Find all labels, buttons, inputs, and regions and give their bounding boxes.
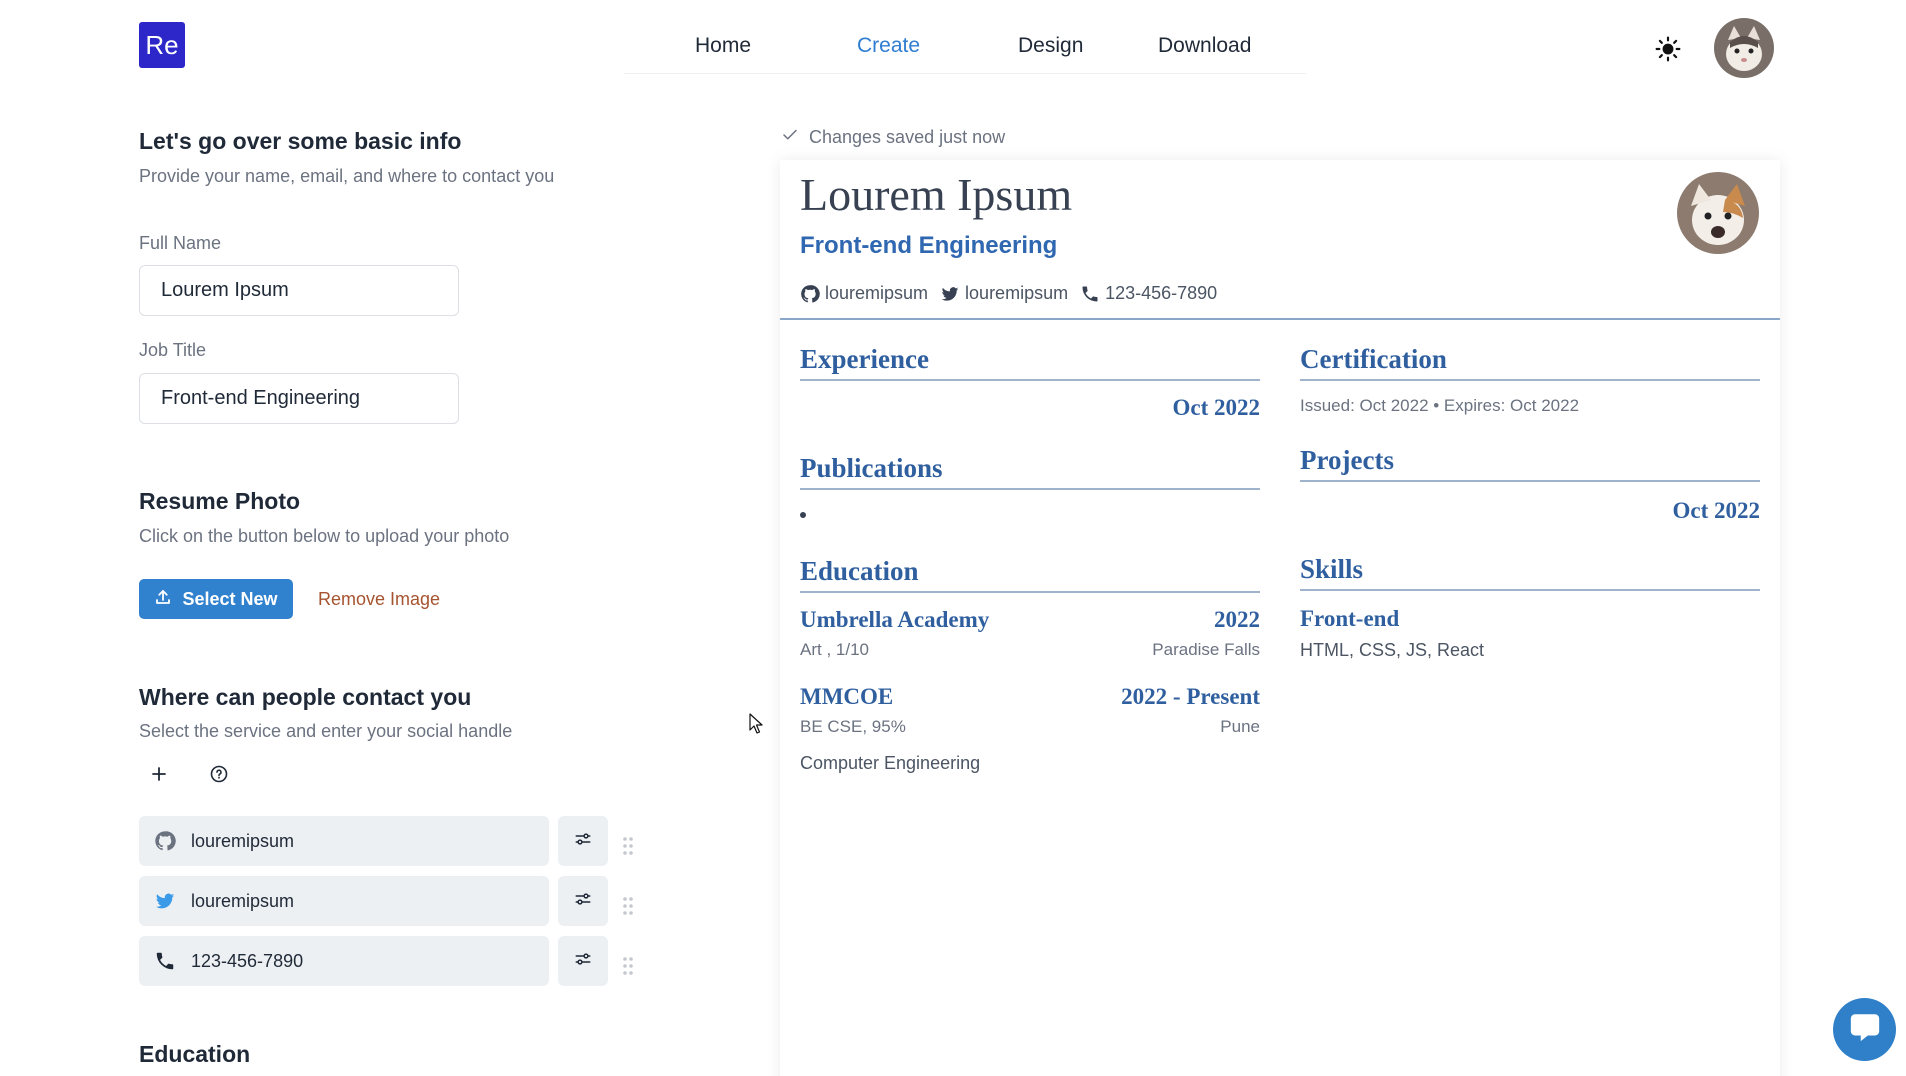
resume-education-location: Paradise Falls: [1152, 640, 1260, 659]
user-avatar[interactable]: [1714, 18, 1774, 78]
resume-education-detail: Art , 1/10: [800, 640, 869, 659]
contact-row-twitter[interactable]: louremipsum: [139, 876, 549, 926]
basic-info-subtitle: Provide your name, email, and where to c…: [139, 166, 555, 186]
contact-row-phone[interactable]: 123-456-7890: [139, 936, 549, 986]
chat-bubble-icon: [1848, 1010, 1882, 1049]
sliders-icon: [574, 890, 592, 913]
resume-publications-title: Publications: [800, 453, 1260, 490]
nav-download[interactable]: Download: [1158, 34, 1251, 58]
resume-education-date: 2022: [1214, 607, 1260, 632]
resume-photo: [1677, 172, 1759, 254]
mouse-cursor-icon: [749, 713, 763, 735]
contact-settings-button[interactable]: [558, 876, 608, 926]
phone-icon: [153, 949, 177, 973]
select-new-photo-button[interactable]: Select New: [139, 579, 293, 619]
sliders-icon: [574, 830, 592, 853]
resume-photo-subtitle: Click on the button below to upload your…: [139, 526, 510, 546]
resume-contact-twitter: louremipsum: [940, 283, 1068, 304]
app-logo[interactable]: Re: [139, 22, 185, 68]
resume-photo-title: Resume Photo: [139, 488, 301, 514]
full-name-label: Full Name: [139, 233, 222, 253]
upload-icon: [154, 588, 172, 611]
resume-header-divider: [780, 318, 1780, 320]
job-title-label: Job Title: [139, 340, 207, 360]
resume-skill-group: Front-end: [1300, 606, 1400, 631]
resume-education-org: MMCOE: [800, 684, 894, 709]
save-status-text: Changes saved just now: [809, 127, 1006, 147]
github-icon: [153, 829, 177, 853]
resume-projects-title: Projects: [1300, 445, 1760, 482]
nav-home[interactable]: Home: [695, 34, 751, 58]
contact-row-github[interactable]: louremipsum: [139, 816, 549, 866]
resume-skills-title: Skills: [1300, 554, 1760, 591]
check-icon: [781, 126, 799, 149]
contact-value: 123-456-7890: [191, 950, 304, 971]
drag-handle-icon[interactable]: [620, 895, 636, 917]
resume-education-org: Umbrella Academy: [800, 607, 990, 632]
resume-certification-meta: Issued: Oct 2022 • Expires: Oct 2022: [1300, 396, 1580, 415]
main-nav: Home Create Design Download: [624, 24, 1306, 74]
resume-education-title: Education: [800, 556, 1260, 593]
nav-design[interactable]: Design: [1018, 34, 1083, 58]
github-icon: [801, 284, 820, 303]
resume-experience-date: Oct 2022: [1172, 395, 1260, 420]
contact-settings-button[interactable]: [558, 936, 608, 986]
resume-education-note: Computer Engineering: [800, 753, 981, 773]
resume-name: Lourem Ipsum: [800, 169, 1073, 220]
drag-handle-icon[interactable]: [620, 835, 636, 857]
chat-support-button[interactable]: [1833, 998, 1896, 1061]
drag-handle-icon[interactable]: [620, 955, 636, 977]
resume-skill-items: HTML, CSS, JS, React: [1300, 640, 1485, 660]
twitter-icon: [153, 889, 177, 913]
help-icon[interactable]: [209, 764, 229, 784]
select-new-label: Select New: [182, 588, 278, 609]
contact-value: louremipsum: [191, 890, 295, 911]
save-status: Changes saved just now: [781, 126, 1005, 149]
add-contact-plus-icon[interactable]: [149, 764, 169, 784]
resume-education-date: 2022 - Present: [1121, 684, 1260, 709]
resume-education-detail: BE CSE, 95%: [800, 717, 906, 736]
resume-job-title: Front-end Engineering: [800, 232, 1058, 259]
resume-projects-date: Oct 2022: [1672, 498, 1760, 523]
phone-icon: [1082, 286, 1098, 301]
remove-image-link[interactable]: Remove Image: [318, 589, 440, 610]
theme-toggle-sun-icon[interactable]: [1655, 36, 1681, 62]
resume-contact-github: louremipsum: [800, 283, 928, 304]
contact-settings-button[interactable]: [558, 816, 608, 866]
nav-create[interactable]: Create: [857, 34, 920, 58]
sliders-icon: [574, 950, 592, 973]
resume-experience-title: Experience: [800, 344, 1260, 381]
education-form-title: Education: [139, 1041, 251, 1067]
twitter-icon: [941, 286, 959, 301]
resume-contacts: louremipsum louremipsum 123-456-7890: [800, 283, 1229, 304]
contact-subtitle: Select the service and enter your social…: [139, 721, 513, 741]
resume-certification-title: Certification: [1300, 344, 1760, 381]
contact-title: Where can people contact you: [139, 684, 472, 710]
job-title-input[interactable]: Front-end Engineering: [139, 373, 459, 424]
basic-info-title: Let's go over some basic info: [139, 128, 462, 154]
contact-value: louremipsum: [191, 830, 295, 851]
resume-publication-bullet: [800, 512, 806, 518]
resume-contact-phone: 123-456-7890: [1080, 283, 1217, 304]
full-name-input[interactable]: Lourem Ipsum: [139, 265, 459, 316]
resume-education-location: Pune: [1220, 717, 1260, 736]
